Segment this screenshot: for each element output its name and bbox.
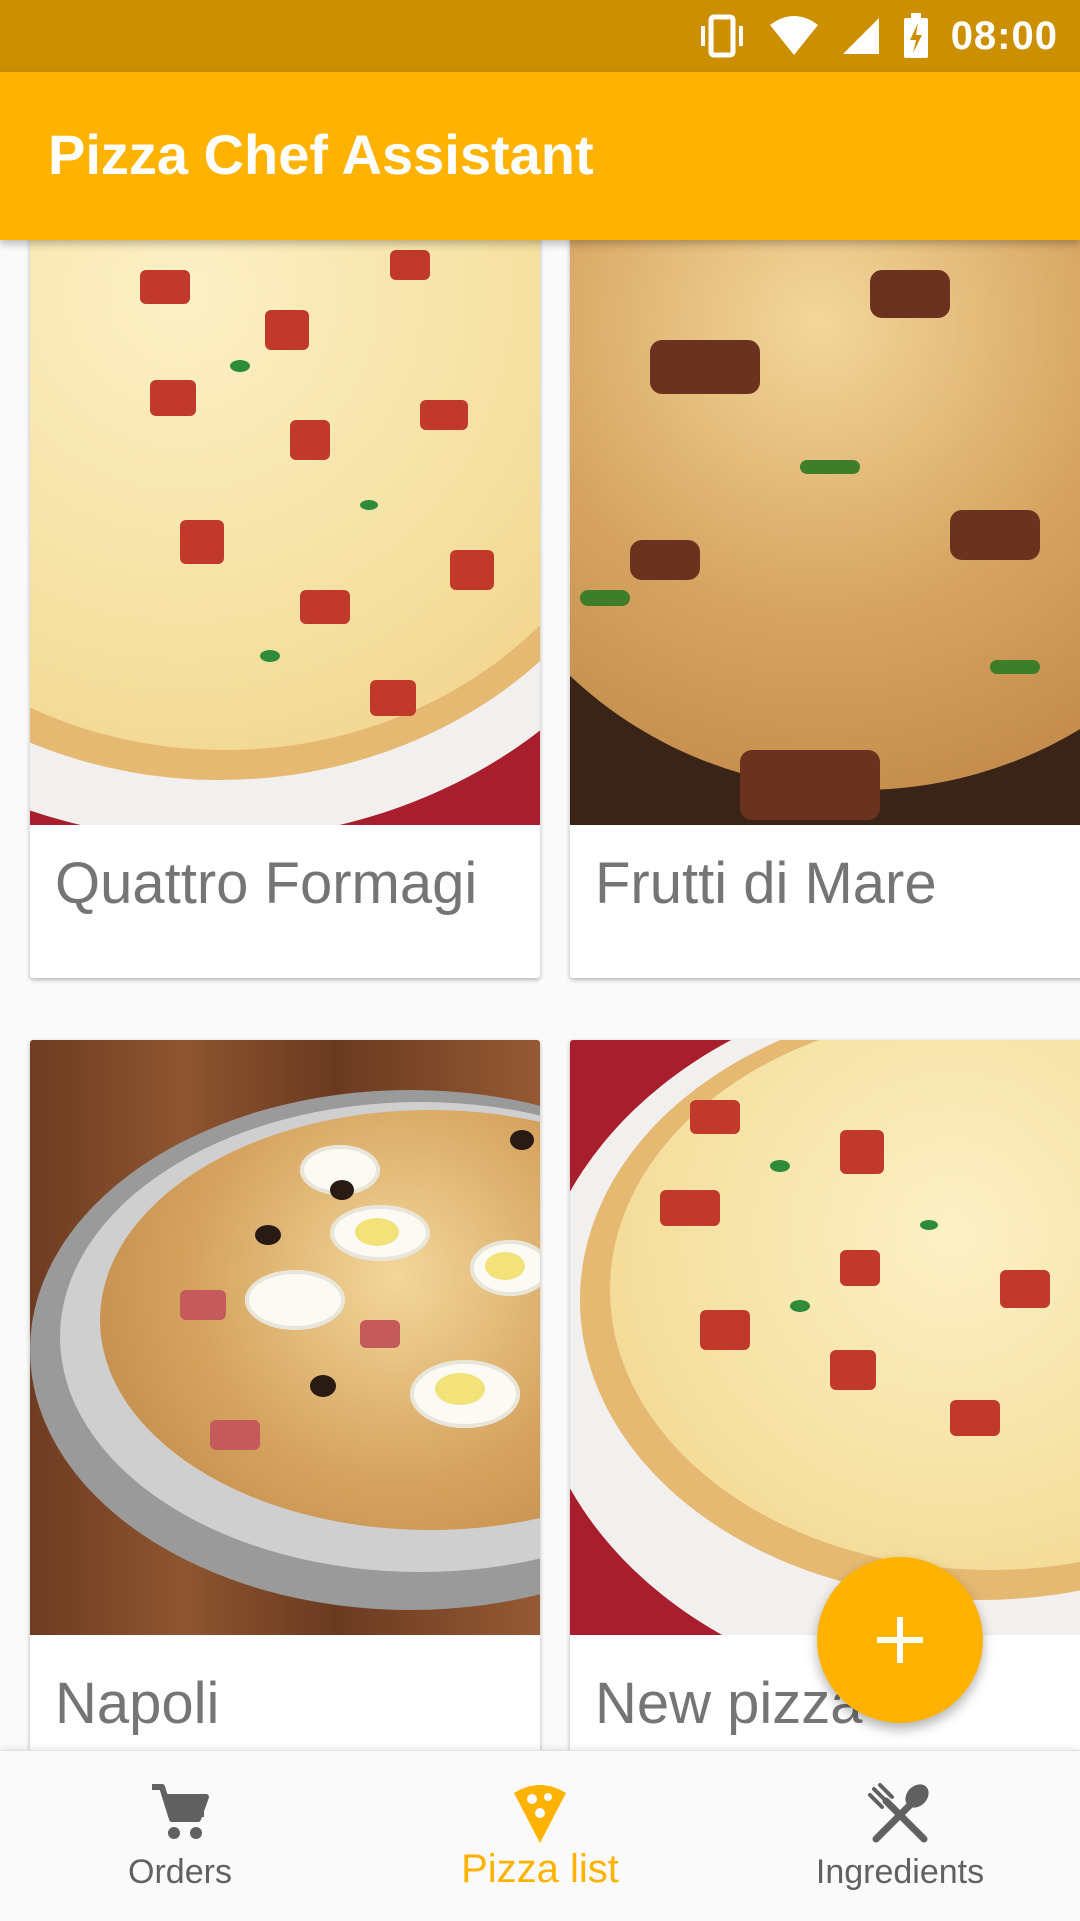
status-icons: 08:00 xyxy=(697,0,1058,72)
cutlery-icon xyxy=(720,1781,1080,1845)
status-time: 08:00 xyxy=(950,13,1058,58)
pizza-photo xyxy=(30,240,540,825)
pizza-name: Quattro Formagi xyxy=(55,851,478,916)
bottom-navigation: Orders Pizza list Ingredients xyxy=(0,1750,1080,1921)
pizza-card-frutti-di-mare[interactable]: Frutti di Mare xyxy=(570,240,1080,978)
page-title: Pizza Chef Assistant xyxy=(48,123,594,186)
wifi-icon xyxy=(769,15,819,57)
nav-pizza-list[interactable]: Pizza list xyxy=(360,1751,720,1921)
app-bar: Pizza Chef Assistant xyxy=(0,72,1080,240)
pizza-name: Napoli xyxy=(55,1671,220,1736)
nav-label: Orders xyxy=(128,1853,232,1891)
pizza-photo xyxy=(570,240,1080,825)
status-bar: 08:00 xyxy=(0,0,1080,72)
nav-ingredients[interactable]: Ingredients xyxy=(720,1751,1080,1921)
pizza-grid: Quattro Formagi Frutti di Mare Napoli Ne… xyxy=(0,240,1080,1750)
pizza-card-quattro-formagi[interactable]: Quattro Formagi xyxy=(30,240,540,978)
add-pizza-button[interactable] xyxy=(817,1557,983,1723)
cell-signal-icon xyxy=(841,16,881,56)
pizza-photo xyxy=(570,1040,1080,1635)
nav-orders[interactable]: Orders xyxy=(0,1751,360,1921)
pizza-card-napoli[interactable]: Napoli xyxy=(30,1040,540,1750)
nav-label: Pizza list xyxy=(461,1847,619,1891)
pizza-name: Frutti di Mare xyxy=(595,851,937,916)
vibrate-icon xyxy=(697,14,747,58)
add-icon xyxy=(875,1615,925,1665)
pizza-name: New pizza xyxy=(595,1671,863,1736)
battery-charging-icon xyxy=(903,13,929,59)
cart-icon xyxy=(0,1781,360,1845)
nav-label: Ingredients xyxy=(815,1853,985,1891)
pizza-photo xyxy=(30,1040,540,1635)
pizza-slice-icon xyxy=(360,1781,720,1845)
